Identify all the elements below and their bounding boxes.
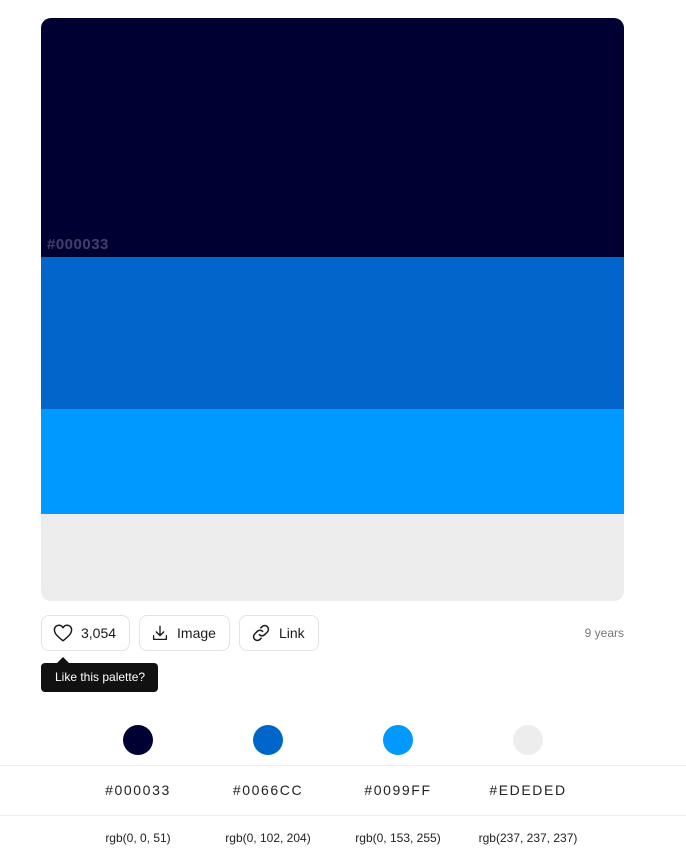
color-dot[interactable] [253, 725, 283, 755]
divider [0, 765, 686, 766]
hex-values-row: #000033 #0066CC #0099FF #EDEDED [0, 782, 686, 802]
hex-value[interactable]: #0099FF [333, 782, 463, 798]
swatch-3[interactable] [41, 409, 624, 514]
rgb-value[interactable]: rgb(237, 237, 237) [463, 831, 593, 845]
palette-age: 9 years [584, 626, 624, 640]
download-icon [151, 624, 169, 642]
image-button-label: Image [177, 625, 216, 641]
swatch-4[interactable] [41, 514, 624, 601]
rgb-value[interactable]: rgb(0, 102, 204) [203, 831, 333, 845]
swatch-1[interactable]: #000033 [41, 18, 624, 257]
color-dot[interactable] [123, 725, 153, 755]
like-count: 3,054 [81, 625, 117, 641]
heart-icon [53, 624, 73, 642]
like-button[interactable]: 3,054 [41, 615, 131, 651]
divider [0, 815, 686, 816]
link-icon [251, 623, 271, 643]
copy-link-button[interactable]: Link [238, 615, 319, 651]
palette-actions: 3,054 Image Link [41, 615, 319, 651]
hex-value[interactable]: #EDEDED [463, 782, 593, 798]
palette-page: #000033 3,054 Image Link 9 years Like th… [0, 0, 686, 851]
hex-value[interactable]: #000033 [73, 782, 203, 798]
color-dot[interactable] [383, 725, 413, 755]
rgb-values-row: rgb(0, 0, 51) rgb(0, 102, 204) rgb(0, 15… [0, 831, 686, 849]
swatch-hex-label: #000033 [47, 236, 109, 253]
color-dot[interactable] [513, 725, 543, 755]
hex-value[interactable]: #0066CC [203, 782, 333, 798]
like-tooltip: Like this palette? [41, 657, 159, 692]
download-image-button[interactable]: Image [139, 615, 230, 651]
swatch-2[interactable] [41, 257, 624, 409]
link-button-label: Link [278, 625, 305, 641]
rgb-value[interactable]: rgb(0, 0, 51) [73, 831, 203, 845]
palette-card[interactable]: #000033 [41, 18, 624, 601]
color-dots-row [0, 725, 686, 757]
rgb-value[interactable]: rgb(0, 153, 255) [333, 831, 463, 845]
